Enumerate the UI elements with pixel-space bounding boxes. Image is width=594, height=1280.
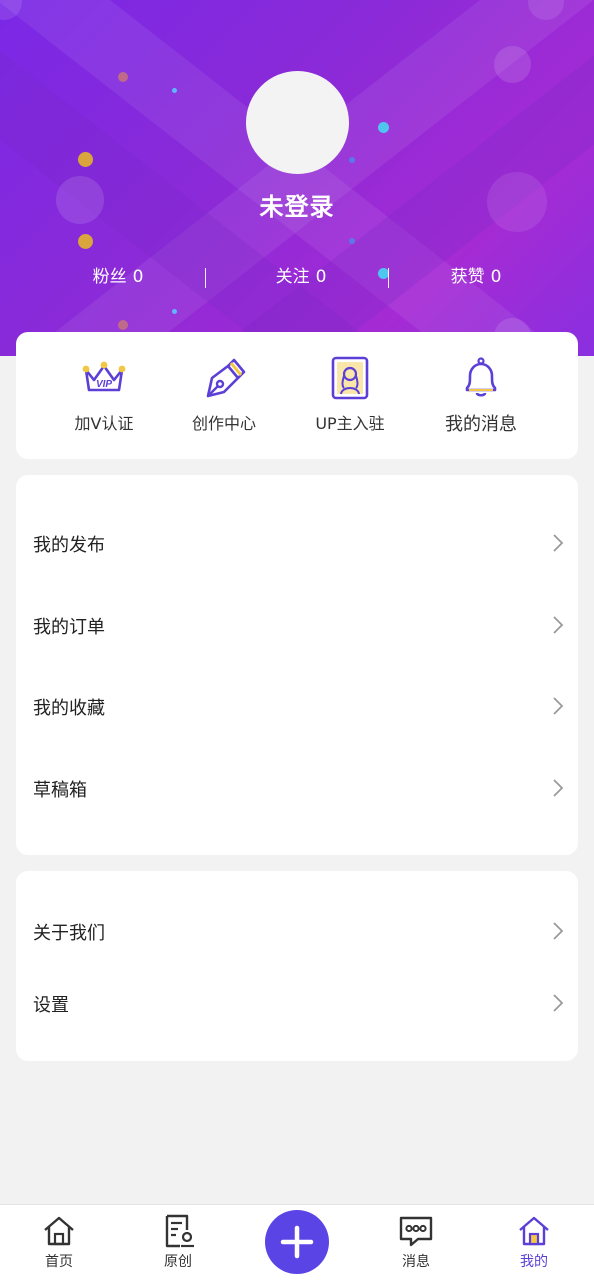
stat-label: 获赞 xyxy=(450,267,485,287)
quick-action-creator-center[interactable]: 创作中心 xyxy=(164,354,284,434)
decor-dot xyxy=(172,88,177,93)
decor-dot xyxy=(118,320,128,330)
quick-action-up-join[interactable]: UP主入驻 xyxy=(290,354,410,434)
bell-icon xyxy=(465,357,497,397)
decor-dot xyxy=(118,72,128,82)
chat-bubble-icon xyxy=(399,1216,433,1247)
tab-original[interactable]: 原创 xyxy=(138,1213,218,1271)
stat-likes[interactable]: 获赞 0 xyxy=(396,262,556,292)
stat-divider xyxy=(205,268,206,288)
primary-menu: 我的发布 我的订单 我的收藏 草稿箱 xyxy=(16,475,578,855)
menu-item-label: 草稿箱 xyxy=(33,780,87,801)
quick-action-messages[interactable]: 我的消息 xyxy=(421,354,541,436)
menu-item-about-us[interactable]: 关于我们 xyxy=(16,911,578,951)
menu-item-label: 设置 xyxy=(33,995,69,1016)
stat-value: 0 xyxy=(490,267,502,287)
avatar[interactable] xyxy=(246,71,349,174)
pen-nib-icon xyxy=(206,358,246,398)
original-doc-icon xyxy=(165,1214,194,1248)
chevron-right-icon xyxy=(553,779,564,797)
stat-label: 粉丝 xyxy=(92,267,127,287)
stat-label: 关注 xyxy=(275,267,310,287)
profile-page: 未登录 粉丝 0 关注 0 获赞 0 VIP 加V认证 创作中心 UP主入驻 我… xyxy=(0,0,594,1280)
chevron-right-icon xyxy=(553,616,564,634)
decor-dot xyxy=(378,122,389,133)
menu-item-label: 我的收藏 xyxy=(33,698,105,719)
publish-fab-button[interactable] xyxy=(265,1210,329,1274)
plus-icon xyxy=(280,1225,314,1259)
menu-item-my-orders[interactable]: 我的订单 xyxy=(16,605,578,645)
tab-mine[interactable]: 我的 xyxy=(494,1213,574,1271)
stat-divider xyxy=(388,268,389,288)
tab-label: 首页 xyxy=(45,1254,73,1270)
menu-item-my-favorites[interactable]: 我的收藏 xyxy=(16,686,578,726)
menu-item-label: 我的发布 xyxy=(33,535,105,556)
home-active-icon xyxy=(519,1216,549,1246)
decor-dot xyxy=(172,309,177,314)
username[interactable]: 未登录 xyxy=(0,187,594,222)
secondary-menu: 关于我们 设置 xyxy=(16,871,578,1061)
chevron-right-icon xyxy=(553,994,564,1012)
chevron-right-icon xyxy=(553,534,564,552)
quick-actions-card: VIP 加V认证 创作中心 UP主入驻 我的消息 xyxy=(16,332,578,459)
menu-item-drafts[interactable]: 草稿箱 xyxy=(16,768,578,808)
stat-value: 0 xyxy=(132,267,144,287)
menu-item-label: 关于我们 xyxy=(33,923,105,944)
tab-home[interactable]: 首页 xyxy=(19,1213,99,1271)
decor-dot xyxy=(494,46,531,83)
quick-action-vip[interactable]: VIP 加V认证 xyxy=(44,354,164,434)
profile-header: 未登录 粉丝 0 关注 0 获赞 0 xyxy=(0,0,594,356)
tab-label: 消息 xyxy=(402,1254,430,1270)
stat-value: 0 xyxy=(315,267,327,287)
decor-dot xyxy=(78,152,93,167)
profile-stats: 粉丝 0 关注 0 获赞 0 xyxy=(0,262,594,292)
creator-portrait-icon xyxy=(331,356,369,400)
menu-item-settings[interactable]: 设置 xyxy=(16,983,578,1023)
decor-dot xyxy=(349,157,355,163)
tab-messages[interactable]: 消息 xyxy=(376,1213,456,1271)
chevron-right-icon xyxy=(553,697,564,715)
quick-action-label: UP主入驻 xyxy=(315,414,385,433)
vip-crown-icon: VIP xyxy=(82,361,126,392)
quick-action-label: 我的消息 xyxy=(445,414,517,435)
stat-following[interactable]: 关注 0 xyxy=(221,262,381,292)
home-icon xyxy=(44,1216,74,1246)
quick-action-label: 创作中心 xyxy=(191,414,256,433)
chevron-right-icon xyxy=(553,922,564,940)
decor-dot xyxy=(78,234,93,249)
menu-item-my-posts[interactable]: 我的发布 xyxy=(16,523,578,563)
quick-action-label: 加V认证 xyxy=(74,414,134,433)
stat-fans[interactable]: 粉丝 0 xyxy=(38,262,198,292)
tab-label: 原创 xyxy=(164,1254,192,1270)
tab-label: 我的 xyxy=(520,1254,548,1270)
decor-dot xyxy=(349,238,355,244)
svg-text:VIP: VIP xyxy=(96,379,112,390)
menu-item-label: 我的订单 xyxy=(33,617,105,638)
